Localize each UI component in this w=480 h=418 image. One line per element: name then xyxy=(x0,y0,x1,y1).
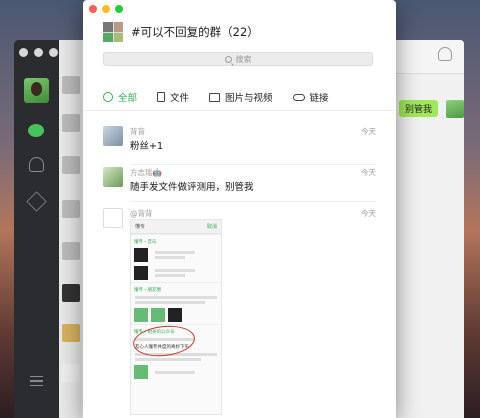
tab-all[interactable]: 全部 xyxy=(103,90,137,104)
search-placeholder: 搜索 xyxy=(235,54,252,64)
favorites-icon[interactable] xyxy=(26,191,47,212)
screenshot-line xyxy=(135,358,201,361)
group-title: #可以不回复的群（22） xyxy=(131,25,259,39)
timestamp: 今天 xyxy=(361,168,376,177)
person-icon[interactable] xyxy=(438,47,452,61)
chat-list-avatar[interactable] xyxy=(62,242,80,260)
screenshot-line xyxy=(135,296,217,299)
avatar xyxy=(446,100,464,118)
message-bubble: 别管我 xyxy=(399,100,439,117)
window-controls xyxy=(89,5,123,13)
chat-list-avatar[interactable] xyxy=(62,364,80,382)
screenshot-cancel: 取消 xyxy=(206,224,217,230)
zoom-dot[interactable] xyxy=(49,48,58,57)
tab-media[interactable]: 图片与视频 xyxy=(209,90,273,104)
minimize-dot[interactable] xyxy=(34,48,43,57)
group-avatar xyxy=(103,22,123,42)
avatar[interactable] xyxy=(24,78,49,103)
sidebar xyxy=(14,40,59,418)
screenshot-row xyxy=(131,246,221,264)
sender-name: @背背 xyxy=(130,209,153,218)
screenshot-row xyxy=(131,264,221,282)
menu-icon[interactable] xyxy=(30,376,43,386)
chat-list-avatar[interactable] xyxy=(62,156,80,174)
screenshot-search-text: 懂专 xyxy=(135,224,146,230)
sender-name: 背背 xyxy=(130,127,145,136)
message-text: 粉丝+1 xyxy=(130,141,164,152)
screenshot-search-bar: 懂专 取消 xyxy=(131,220,221,234)
filter-tabs: 全部 文件 图片与视频 链接 xyxy=(103,90,349,104)
tab-label: 文件 xyxy=(170,93,190,104)
avatar[interactable] xyxy=(103,167,123,187)
screenshot-section: 懂专・朋友圈 xyxy=(131,282,221,294)
image-icon xyxy=(209,92,221,102)
timestamp: 今天 xyxy=(361,127,376,136)
chat-list-avatar[interactable] xyxy=(62,76,80,94)
group-content-dialog: #可以不回复的群（22） 搜索 全部 文件 图片与视频 链接 背背 今天 粉丝+… xyxy=(83,0,396,418)
chat-bubble-icon xyxy=(103,92,113,102)
chat-list-avatar[interactable] xyxy=(62,324,80,342)
tab-links[interactable]: 链接 xyxy=(292,90,329,104)
divider xyxy=(130,164,376,165)
close-button[interactable] xyxy=(89,5,97,13)
chat-list-avatar[interactable] xyxy=(62,114,80,132)
chat-list xyxy=(59,40,81,418)
divider xyxy=(83,110,396,111)
chat-list-avatar[interactable] xyxy=(62,284,80,302)
sender-name: 方志瑶🤖 xyxy=(130,168,162,177)
minimize-button[interactable] xyxy=(102,5,110,13)
attached-screenshot[interactable]: 懂专 取消 懂专・音乐 懂专・朋友圈 懂专・相关的公众号 友心人懂专共度的奇妙下… xyxy=(130,219,222,415)
chat-list-avatar[interactable] xyxy=(62,200,80,218)
search-input[interactable]: 搜索 xyxy=(103,52,373,66)
chat-icon[interactable] xyxy=(27,122,46,141)
tab-label: 图片与视频 xyxy=(225,93,273,104)
message-text: 随手发文件做评测用，别管我 xyxy=(130,182,254,193)
chat-header xyxy=(396,40,464,74)
window-controls xyxy=(19,48,58,57)
close-dot[interactable] xyxy=(19,48,28,57)
timestamp: 今天 xyxy=(361,209,376,218)
tab-files[interactable]: 文件 xyxy=(157,90,189,104)
zoom-button[interactable] xyxy=(115,5,123,13)
group-header: #可以不回复的群（22） xyxy=(103,22,259,42)
search-icon xyxy=(224,55,232,63)
link-icon xyxy=(292,93,305,101)
screenshot-row xyxy=(131,306,221,324)
divider xyxy=(130,201,376,202)
tab-label: 全部 xyxy=(118,93,138,104)
screenshot-section: 懂专・音乐 xyxy=(131,234,221,246)
avatar[interactable] xyxy=(103,126,123,146)
screenshot-line xyxy=(135,301,205,304)
screenshot-row xyxy=(131,363,221,381)
avatar[interactable] xyxy=(103,208,123,228)
tab-label: 链接 xyxy=(309,93,329,104)
file-icon xyxy=(157,92,166,102)
contacts-icon[interactable] xyxy=(29,157,44,172)
